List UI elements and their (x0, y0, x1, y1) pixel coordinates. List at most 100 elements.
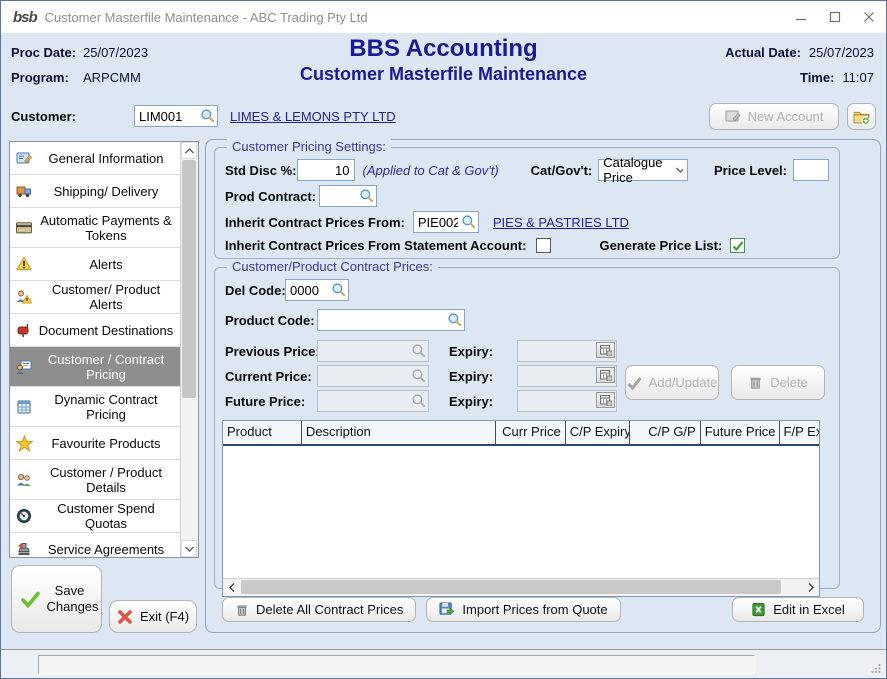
column-header-product[interactable]: Product (223, 421, 302, 444)
sidebar-item-customer-product-details[interactable]: Customer / Product Details (10, 460, 180, 500)
generate-price-list-checkbox[interactable] (730, 238, 745, 253)
customer-pricing-settings-group: Customer Pricing Settings: Std Disc %: (… (214, 147, 840, 259)
sidebar-item-label: Shipping/ Delivery (34, 182, 178, 201)
calendar-button[interactable] (596, 392, 615, 408)
column-header-cp-gp[interactable]: C/P G/P (630, 421, 701, 444)
new-account-button[interactable]: New Account (709, 103, 839, 130)
sidebar-item-automatic-payments[interactable]: Automatic Payments & Tokens (10, 208, 180, 248)
time-label: Time: (800, 70, 834, 85)
generate-price-list-label: Generate Price List: (599, 238, 722, 253)
sidebar-item-service-agreements[interactable]: Service Agreements (10, 533, 180, 557)
future-price-label: Future Price: (225, 394, 317, 409)
statement-account-label: Inherit Contract Prices From Statement A… (225, 238, 526, 253)
delete-label: Delete (770, 375, 808, 390)
chevron-right-icon (808, 583, 814, 592)
sidebar-item-customer-contract-pricing[interactable]: Customer / Contract Pricing (10, 347, 180, 387)
scroll-thumb[interactable] (241, 580, 781, 594)
inherit-label: Inherit Contract Prices From: (225, 215, 405, 230)
sidebar-scrollbar[interactable] (180, 142, 198, 557)
column-header-future-price[interactable]: Future Price (701, 421, 780, 444)
calendar-button[interactable] (596, 367, 615, 383)
sidebar-item-label: General Information (34, 149, 178, 168)
calendar-icon (600, 370, 612, 381)
table-horizontal-scrollbar[interactable] (223, 578, 819, 596)
inherit-from-link[interactable]: PIES & PASTRIES LTD (493, 215, 629, 230)
delete-button[interactable]: Delete (731, 365, 825, 400)
exit-button[interactable]: Exit (F4) (109, 600, 197, 633)
person-board-icon (14, 359, 34, 375)
search-icon[interactable] (331, 282, 346, 297)
sidebar-item-general-information[interactable]: General Information (10, 142, 180, 175)
chevron-left-icon (229, 583, 235, 592)
sidebar-item-customer-spend-quotas[interactable]: Customer Spend Quotas (10, 500, 180, 533)
title-bar: bsb Customer Masterfile Maintenance - AB… (1, 1, 886, 33)
table-actions-row: Delete All Contract Prices Import Prices… (222, 597, 864, 622)
table-body[interactable] (223, 446, 819, 578)
edit-in-excel-label: Edit in Excel (773, 602, 845, 617)
scroll-left-button[interactable] (223, 579, 240, 595)
current-price-label: Current Price: (225, 369, 317, 384)
group-legend: Customer Pricing Settings: (227, 139, 391, 154)
search-icon-disabled (411, 368, 426, 383)
minimize-button[interactable] (784, 3, 818, 31)
delete-all-contract-prices-button[interactable]: Delete All Contract Prices (222, 597, 416, 622)
sidebar-item-label: Document Destinations (34, 321, 178, 340)
std-disc-input[interactable] (297, 159, 355, 181)
search-icon[interactable] (359, 188, 374, 203)
column-header-fp-ex[interactable]: F/P Ex (780, 421, 819, 444)
new-account-label: New Account (748, 109, 824, 124)
product-code-input[interactable] (317, 309, 465, 331)
price-level-input[interactable] (793, 159, 829, 181)
delete-all-label: Delete All Contract Prices (256, 602, 403, 617)
chevron-up-icon (185, 148, 194, 154)
edit-in-excel-button[interactable]: Edit in Excel (732, 597, 864, 622)
save-changes-button[interactable]: Save Changes (11, 565, 102, 633)
resize-grip[interactable] (871, 663, 881, 673)
excel-icon (751, 602, 766, 617)
sidebar-item-document-destinations[interactable]: Document Destinations (10, 314, 180, 347)
people-warning-icon (14, 289, 34, 305)
import-prices-from-quote-button[interactable]: Import Prices from Quote (426, 597, 620, 622)
sidebar-item-dynamic-contract-pricing[interactable]: Dynamic Contract Pricing (10, 387, 180, 427)
column-header-curr-price[interactable]: Curr Price (496, 421, 566, 444)
gauge-icon (14, 508, 34, 524)
calendar-button[interactable] (596, 342, 615, 358)
sidebar-item-label: Customer Spend Quotas (34, 499, 178, 533)
maximize-button[interactable] (818, 3, 852, 31)
scroll-up-button[interactable] (181, 142, 197, 159)
calendar-icon (600, 395, 612, 406)
id-card-edit-icon (14, 150, 34, 166)
new-account-icon (725, 108, 741, 124)
status-bar (1, 649, 886, 678)
search-icon[interactable] (461, 214, 476, 229)
import-icon (439, 602, 455, 617)
scroll-down-button[interactable] (181, 540, 197, 557)
close-icon (863, 11, 875, 23)
chevron-down-icon (185, 546, 194, 552)
sidebar-item-customer-product-alerts[interactable]: Customer/ Product Alerts (10, 281, 180, 314)
scroll-right-button[interactable] (802, 579, 819, 595)
expiry-label: Expiry: (449, 394, 499, 409)
search-icon[interactable] (200, 108, 215, 123)
search-icon-disabled (411, 393, 426, 408)
cat-gov-select[interactable]: Catalogue Price (598, 159, 688, 181)
statement-account-checkbox[interactable] (536, 238, 551, 253)
warning-icon (14, 256, 34, 272)
chevron-down-icon (676, 167, 683, 173)
std-disc-label: Std Disc %: (225, 163, 297, 178)
sidebar-item-alerts[interactable]: Alerts (10, 248, 180, 281)
sidebar-item-shipping-delivery[interactable]: Shipping/ Delivery (10, 175, 180, 208)
customer-name-link[interactable]: LIMES & LEMONS PTY LTD (230, 109, 396, 124)
save-changes-label: Save Changes (47, 583, 93, 615)
scroll-thumb[interactable] (182, 160, 196, 398)
add-update-button[interactable]: Add/Update (625, 365, 719, 400)
sidebar-item-favourite-products[interactable]: Favourite Products (10, 427, 180, 460)
column-header-cp-expiry[interactable]: C/P Expiry (566, 421, 630, 444)
open-account-button[interactable] (847, 103, 876, 130)
customer-label: Customer: (11, 109, 76, 124)
expiry-label: Expiry: (449, 344, 499, 359)
column-header-description[interactable]: Description (302, 421, 496, 444)
search-icon[interactable] (447, 312, 462, 327)
add-update-label: Add/Update (649, 375, 718, 390)
close-button[interactable] (852, 3, 886, 31)
